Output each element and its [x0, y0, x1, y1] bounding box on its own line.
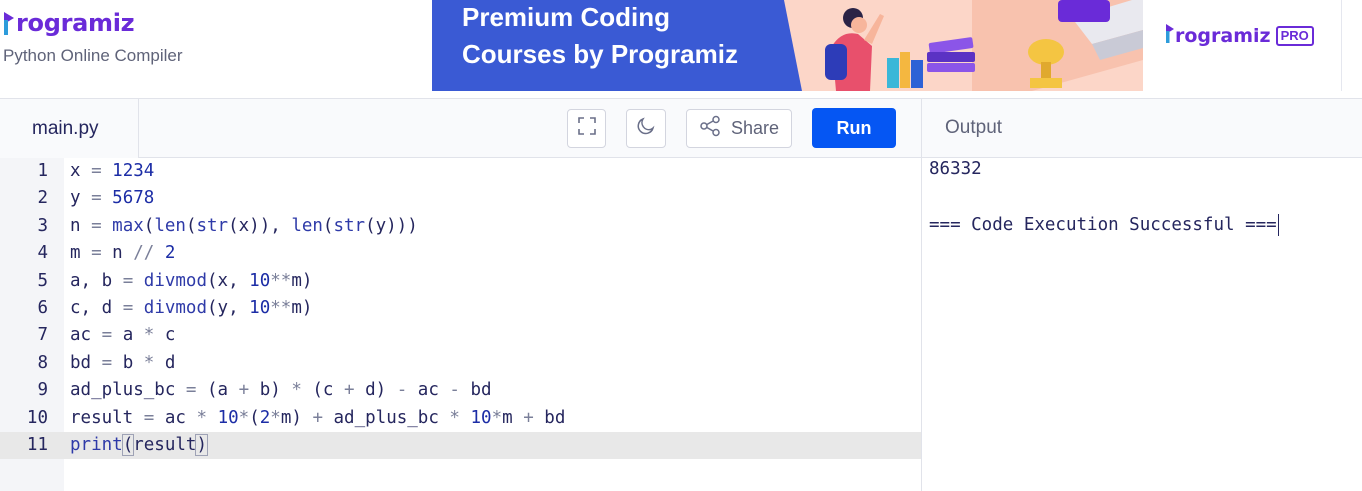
line-number: 11 [26, 434, 48, 455]
code-text: ac = a * c [70, 325, 176, 346]
theme-toggle-button[interactable] [626, 109, 666, 148]
programiz-pro-logo: rogramiz PRO [1165, 22, 1314, 49]
run-button[interactable]: Run [812, 108, 896, 148]
code-line: 4 m = n // 2 [0, 240, 921, 267]
code-text: n = max(len(str(x)), len(str(y))) [70, 215, 418, 236]
code-line: 11 print(result) [0, 431, 921, 460]
code-line: 5 a, b = divmod(x, 10**m) [0, 268, 921, 295]
code-line: 9 ad_plus_bc = (a + b) * (c + d) - ac - b… [0, 377, 921, 404]
line-number: 2 [37, 188, 48, 209]
code-text: print(result) [70, 433, 208, 456]
fullscreen-icon [577, 116, 597, 141]
code-text: result = ac * 10*(2*m) + ad_plus_bc * 10… [70, 407, 566, 428]
output-panel-header: Output [921, 98, 1362, 158]
line-number: 9 [37, 380, 48, 401]
output-cursor [1277, 214, 1279, 236]
code-text: a, b = divmod(x, 10**m) [70, 270, 313, 291]
line-number: 1 [37, 161, 48, 181]
page-subtitle: Python Online Compiler [3, 46, 183, 65]
logo-text: rogramiz [16, 9, 135, 37]
code-line: 2 y = 5678 [0, 185, 921, 212]
logo-mark-icon [3, 10, 15, 36]
line-number: 8 [37, 352, 48, 373]
code-line: 6 c, d = divmod(y, 10**m) [0, 295, 921, 322]
share-icon [699, 115, 721, 142]
share-button[interactable]: Share [686, 109, 792, 148]
code-line: 1 x = 1234 [0, 158, 921, 185]
moon-icon [636, 116, 656, 141]
code-line: 8 bd = b * d [0, 350, 921, 377]
output-success-text: === Code Execution Successful === [929, 215, 1277, 235]
code-text: ad_plus_bc = (a + b) * (c + d) - ac - bd [70, 380, 492, 401]
code-line: 10 result = ac * 10*(2*m) + ad_plus_bc * … [0, 405, 921, 432]
programiz-logo[interactable]: rogramiz [3, 8, 135, 38]
premium-courses-banner[interactable]: Premium Coding Courses by Programiz rogr… [432, 0, 1342, 91]
logo-mark-icon [1165, 22, 1175, 49]
line-number: 10 [26, 407, 48, 428]
banner-logo-text: rogramiz [1175, 24, 1271, 47]
code-lines: 1 x = 1234 2 y = 5678 3 n = max(len(str(x)), … [0, 158, 921, 460]
banner-pro-panel: rogramiz PRO [1143, 0, 1342, 91]
line-number: 3 [37, 215, 48, 236]
line-number: 5 [37, 270, 48, 291]
code-editor[interactable]: 1 x = 1234 2 y = 5678 3 n = max(len(str(x)), … [0, 158, 921, 491]
output-line: === Code Execution Successful === [929, 214, 1279, 236]
line-number: 7 [37, 325, 48, 346]
banner-headline-line1: Premium Coding [462, 2, 671, 32]
share-label: Share [730, 118, 780, 138]
code-text: c, d = divmod(y, 10**m) [70, 297, 313, 318]
banner-headline-line2: Courses by Programiz [462, 39, 738, 69]
output-line: 86332 [929, 159, 982, 179]
output-title: Output [945, 117, 1003, 138]
editor-toolbar: main.py Share Run [0, 98, 921, 158]
file-tab-main-py[interactable]: main.py [0, 99, 139, 158]
editor-cursor [207, 434, 208, 455]
top-header: rogramiz Python Online Compiler Premium … [0, 0, 1362, 98]
pro-badge: PRO [1275, 25, 1314, 46]
code-text: x = 1234 [70, 161, 155, 181]
output-panel[interactable]: 86332 === Code Execution Successful === [921, 158, 1362, 491]
code-text: y = 5678 [70, 188, 155, 209]
code-text: bd = b * d [70, 352, 176, 373]
line-number: 6 [37, 297, 48, 318]
code-line: 7 ac = a * c [0, 322, 921, 349]
code-line: 3 n = max(len(str(x)), len(str(y))) [0, 213, 921, 240]
code-text: m = n // 2 [70, 243, 176, 264]
fullscreen-button[interactable] [567, 109, 606, 148]
line-number: 4 [37, 243, 48, 264]
